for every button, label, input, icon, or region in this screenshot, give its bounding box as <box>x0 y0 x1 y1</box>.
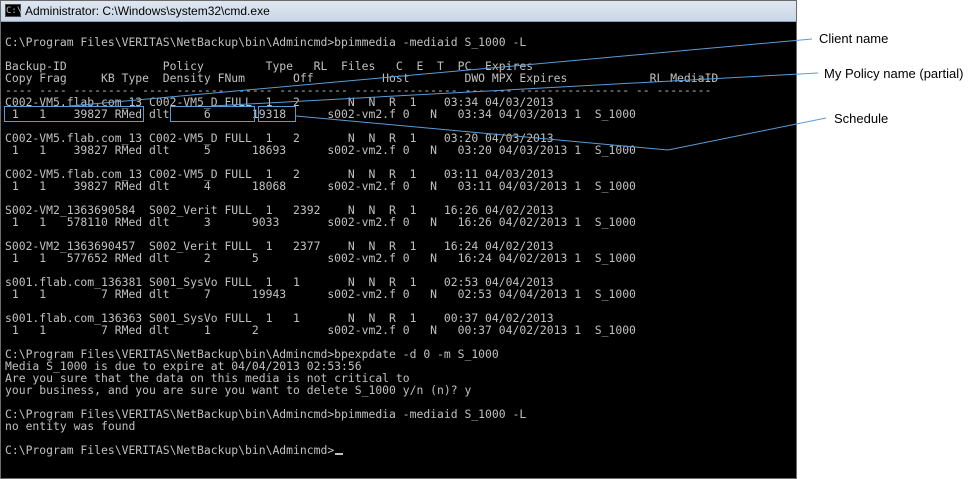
schedule-annotation: Schedule <box>834 111 889 126</box>
schedule-pointer-b <box>667 117 827 151</box>
schedule-pointer-a <box>295 115 669 151</box>
policy-name-annotation: My Policy name (partial) <box>824 66 964 81</box>
client-name-annotation: Client name <box>819 31 889 46</box>
policy-name-pointer <box>211 72 819 107</box>
client-name-pointer <box>69 38 813 107</box>
